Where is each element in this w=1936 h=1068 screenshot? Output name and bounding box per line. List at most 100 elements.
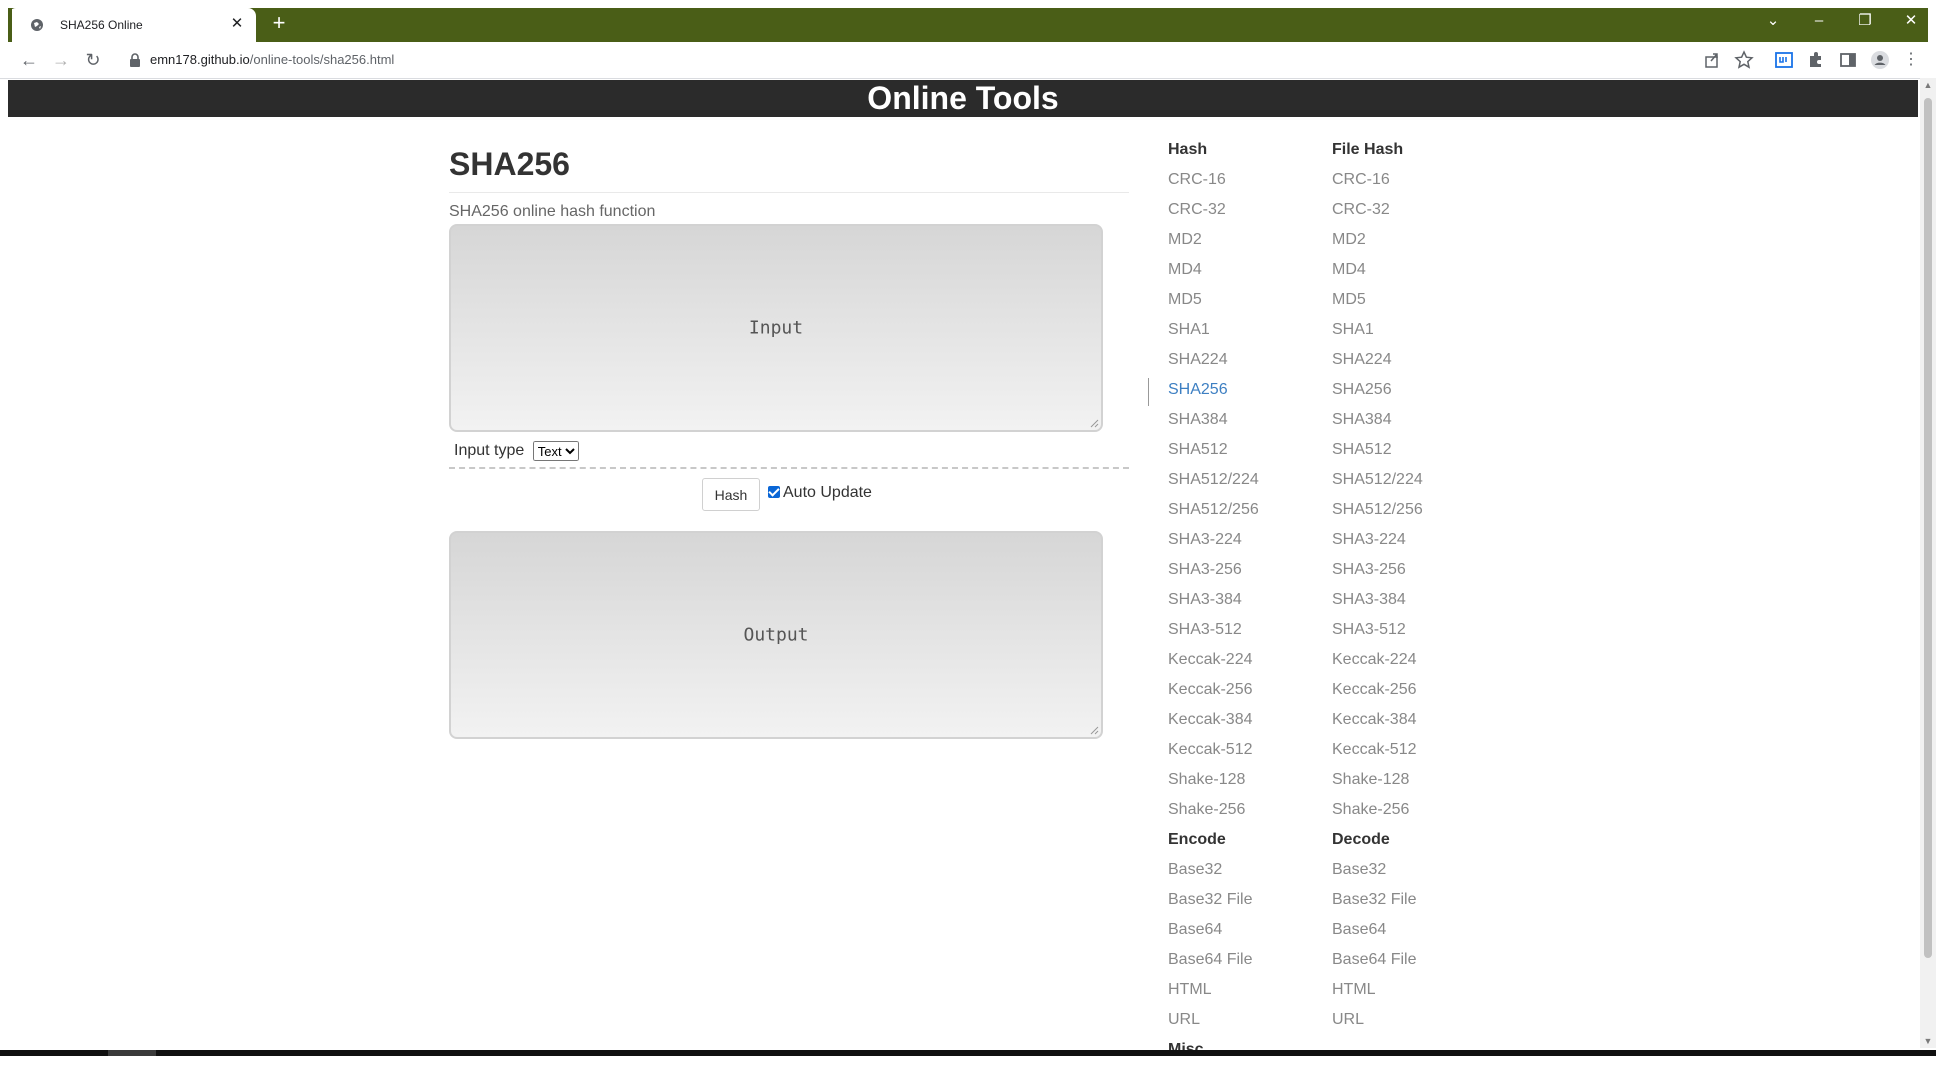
scroll-up-arrow-icon[interactable]: ▲ (1923, 80, 1933, 90)
sidebar-item-hash-keccak-256[interactable]: Keccak-256 (1168, 678, 1259, 708)
browser-tab[interactable]: SHA256 Online ✕ (8, 8, 256, 42)
sidebar-item-file-hash-keccak-512[interactable]: Keccak-512 (1332, 738, 1423, 768)
resize-grip-icon[interactable] (1089, 725, 1099, 735)
reload-icon[interactable]: ↻ (82, 49, 104, 71)
sidebar-item-hash-sha384[interactable]: SHA384 (1168, 408, 1259, 438)
address-bar[interactable]: emn178.github.io/online-tools/sha256.htm… (116, 47, 1686, 73)
resize-grip-icon[interactable] (1089, 418, 1099, 428)
forward-icon[interactable]: → (50, 49, 72, 71)
auto-update-label: Auto Update (783, 484, 872, 501)
sidebar-item-hash-sha512-224[interactable]: SHA512/224 (1168, 468, 1259, 498)
output-placeholder: Output (743, 624, 809, 646)
sidebar-column-hash: Hash CRC-16 CRC-32 MD2 MD4 MD5 SHA1 SHA224 SHA2… (1168, 138, 1259, 1068)
sidebar-item-hash-sha3-224[interactable]: SHA3-224 (1168, 528, 1259, 558)
side-panel-icon[interactable] (1838, 50, 1858, 70)
sidebar-item-hash-md2[interactable]: MD2 (1168, 228, 1259, 258)
tab-bar: SHA256 Online ✕ + ⌄ – ❐ ✕ (0, 0, 1936, 42)
sidebar-item-file-hash-sha256[interactable]: SHA256 (1332, 378, 1423, 408)
input-type-select[interactable]: Text (532, 441, 579, 461)
bookmark-star-icon[interactable] (1734, 50, 1754, 70)
tab-search-icon[interactable]: ⌄ (1758, 10, 1788, 32)
sidebar-item-hash-keccak-384[interactable]: Keccak-384 (1168, 708, 1259, 738)
sidebar-item-encode-url[interactable]: URL (1168, 1008, 1259, 1038)
taskbar-button[interactable] (108, 1050, 156, 1056)
sidebar-item-file-hash-md5[interactable]: MD5 (1332, 288, 1423, 318)
profile-avatar-icon[interactable] (1870, 50, 1890, 70)
input-textarea[interactable]: Input (449, 224, 1103, 432)
sidebar-item-file-hash-keccak-384[interactable]: Keccak-384 (1332, 708, 1423, 738)
sidebar-item-file-hash-sha224[interactable]: SHA224 (1332, 348, 1423, 378)
sidebar-item-hash-md5[interactable]: MD5 (1168, 288, 1259, 318)
new-tab-button[interactable]: + (268, 12, 290, 34)
sidebar-item-hash-crc-32[interactable]: CRC-32 (1168, 198, 1259, 228)
sidebar-item-encode-base32[interactable]: Base32 (1168, 858, 1259, 888)
sidebar-item-hash-shake-256[interactable]: Shake-256 (1168, 798, 1259, 828)
sidebar-item-file-hash-sha512[interactable]: SHA512 (1332, 438, 1423, 468)
sidebar-item-encode-base64[interactable]: Base64 (1168, 918, 1259, 948)
sidebar-item-hash-sha3-256[interactable]: SHA3-256 (1168, 558, 1259, 588)
sidebar-item-decode-html[interactable]: HTML (1332, 978, 1423, 1008)
sidebar-item-hash-sha512[interactable]: SHA512 (1168, 438, 1259, 468)
sidebar-item-decode-base64-file[interactable]: Base64 File (1332, 948, 1423, 978)
sidebar-item-hash-md4[interactable]: MD4 (1168, 258, 1259, 288)
auto-update-checkbox[interactable] (768, 486, 780, 498)
scroll-down-arrow-icon[interactable]: ▼ (1923, 1036, 1933, 1046)
sidebar-item-file-hash-crc-16[interactable]: CRC-16 (1332, 168, 1423, 198)
browser-menu-icon[interactable]: ⋮ (1900, 49, 1922, 71)
close-window-button[interactable]: ✕ (1896, 10, 1926, 32)
sidebar-item-file-hash-sha3-256[interactable]: SHA3-256 (1332, 558, 1423, 588)
sidebar-item-file-hash-sha1[interactable]: SHA1 (1332, 318, 1423, 348)
sidebar-item-file-hash-shake-256[interactable]: Shake-256 (1332, 798, 1423, 828)
sidebar-item-decode-base64[interactable]: Base64 (1332, 918, 1423, 948)
site-title[interactable]: Online Tools (8, 80, 1918, 117)
sidebar-item-hash-keccak-224[interactable]: Keccak-224 (1168, 648, 1259, 678)
sidebar-item-hash-keccak-512[interactable]: Keccak-512 (1168, 738, 1259, 768)
sidebar-item-file-hash-sha3-224[interactable]: SHA3-224 (1332, 528, 1423, 558)
sidebar-item-hash-sha512-256[interactable]: SHA512/256 (1168, 498, 1259, 528)
sidebar-item-file-hash-md4[interactable]: MD4 (1332, 258, 1423, 288)
os-taskbar (0, 1050, 1936, 1056)
extension-ui-icon[interactable] (1774, 50, 1794, 70)
input-type-row: Input type Text (454, 441, 579, 461)
sidebar-item-file-hash-keccak-224[interactable]: Keccak-224 (1332, 648, 1423, 678)
sidebar-item-decode-base32-file[interactable]: Base32 File (1332, 888, 1423, 918)
sidebar-item-encode-html[interactable]: HTML (1168, 978, 1259, 1008)
sidebar-item-file-hash-keccak-256[interactable]: Keccak-256 (1332, 678, 1423, 708)
output-textarea[interactable]: Output (449, 531, 1103, 739)
hash-button[interactable]: Hash (702, 478, 760, 511)
url-text: emn178.github.io/online-tools/sha256.htm… (150, 52, 395, 67)
sidebar-item-hash-sha256[interactable]: SHA256 (1168, 378, 1259, 408)
scrollbar-thumb[interactable] (1924, 98, 1932, 958)
sidebar-item-hash-shake-128[interactable]: Shake-128 (1168, 768, 1259, 798)
sidebar-item-file-hash-md2[interactable]: MD2 (1332, 228, 1423, 258)
sidebar-item-file-hash-shake-128[interactable]: Shake-128 (1332, 768, 1423, 798)
extensions-puzzle-icon[interactable] (1806, 50, 1826, 70)
sidebar-item-hash-crc-16[interactable]: CRC-16 (1168, 168, 1259, 198)
sidebar-item-encode-base64-file[interactable]: Base64 File (1168, 948, 1259, 978)
restore-button[interactable]: ❐ (1850, 10, 1880, 32)
close-tab-icon[interactable]: ✕ (228, 15, 246, 33)
back-icon[interactable]: ← (18, 49, 40, 71)
sidebar-item-file-hash-sha384[interactable]: SHA384 (1332, 408, 1423, 438)
main-content: SHA256 SHA256 online hash function (449, 140, 1129, 221)
minimize-button[interactable]: – (1804, 10, 1834, 32)
page-scrollbar[interactable]: ▲ ▼ (1920, 78, 1936, 1048)
sidebar-item-hash-sha3-512[interactable]: SHA3-512 (1168, 618, 1259, 648)
share-icon[interactable] (1702, 50, 1722, 70)
sidebar-item-file-hash-sha512-224[interactable]: SHA512/224 (1332, 468, 1423, 498)
sidebar-item-decode-url[interactable]: URL (1332, 1008, 1423, 1038)
browser-toolbar: ← → ↻ emn178.github.io/online-tools/sha2… (0, 42, 1936, 79)
sidebar-item-encode-base32-file[interactable]: Base32 File (1168, 888, 1259, 918)
sidebar-item-hash-sha3-384[interactable]: SHA3-384 (1168, 588, 1259, 618)
sidebar-item-hash-sha224[interactable]: SHA224 (1168, 348, 1259, 378)
auto-update-control[interactable]: Auto Update (768, 484, 872, 502)
sidebar-item-decode-base32[interactable]: Base32 (1332, 858, 1423, 888)
sidebar-item-file-hash-sha512-256[interactable]: SHA512/256 (1332, 498, 1423, 528)
sidebar-item-file-hash-sha3-384[interactable]: SHA3-384 (1332, 588, 1423, 618)
sidebar-item-file-hash-sha3-512[interactable]: SHA3-512 (1332, 618, 1423, 648)
encode-section-heading: Encode (1168, 831, 1226, 848)
sidebar-item-hash-sha1[interactable]: SHA1 (1168, 318, 1259, 348)
active-item-marker (1148, 378, 1149, 406)
sidebar-item-file-hash-crc-32[interactable]: CRC-32 (1332, 198, 1423, 228)
lock-icon (130, 53, 140, 67)
